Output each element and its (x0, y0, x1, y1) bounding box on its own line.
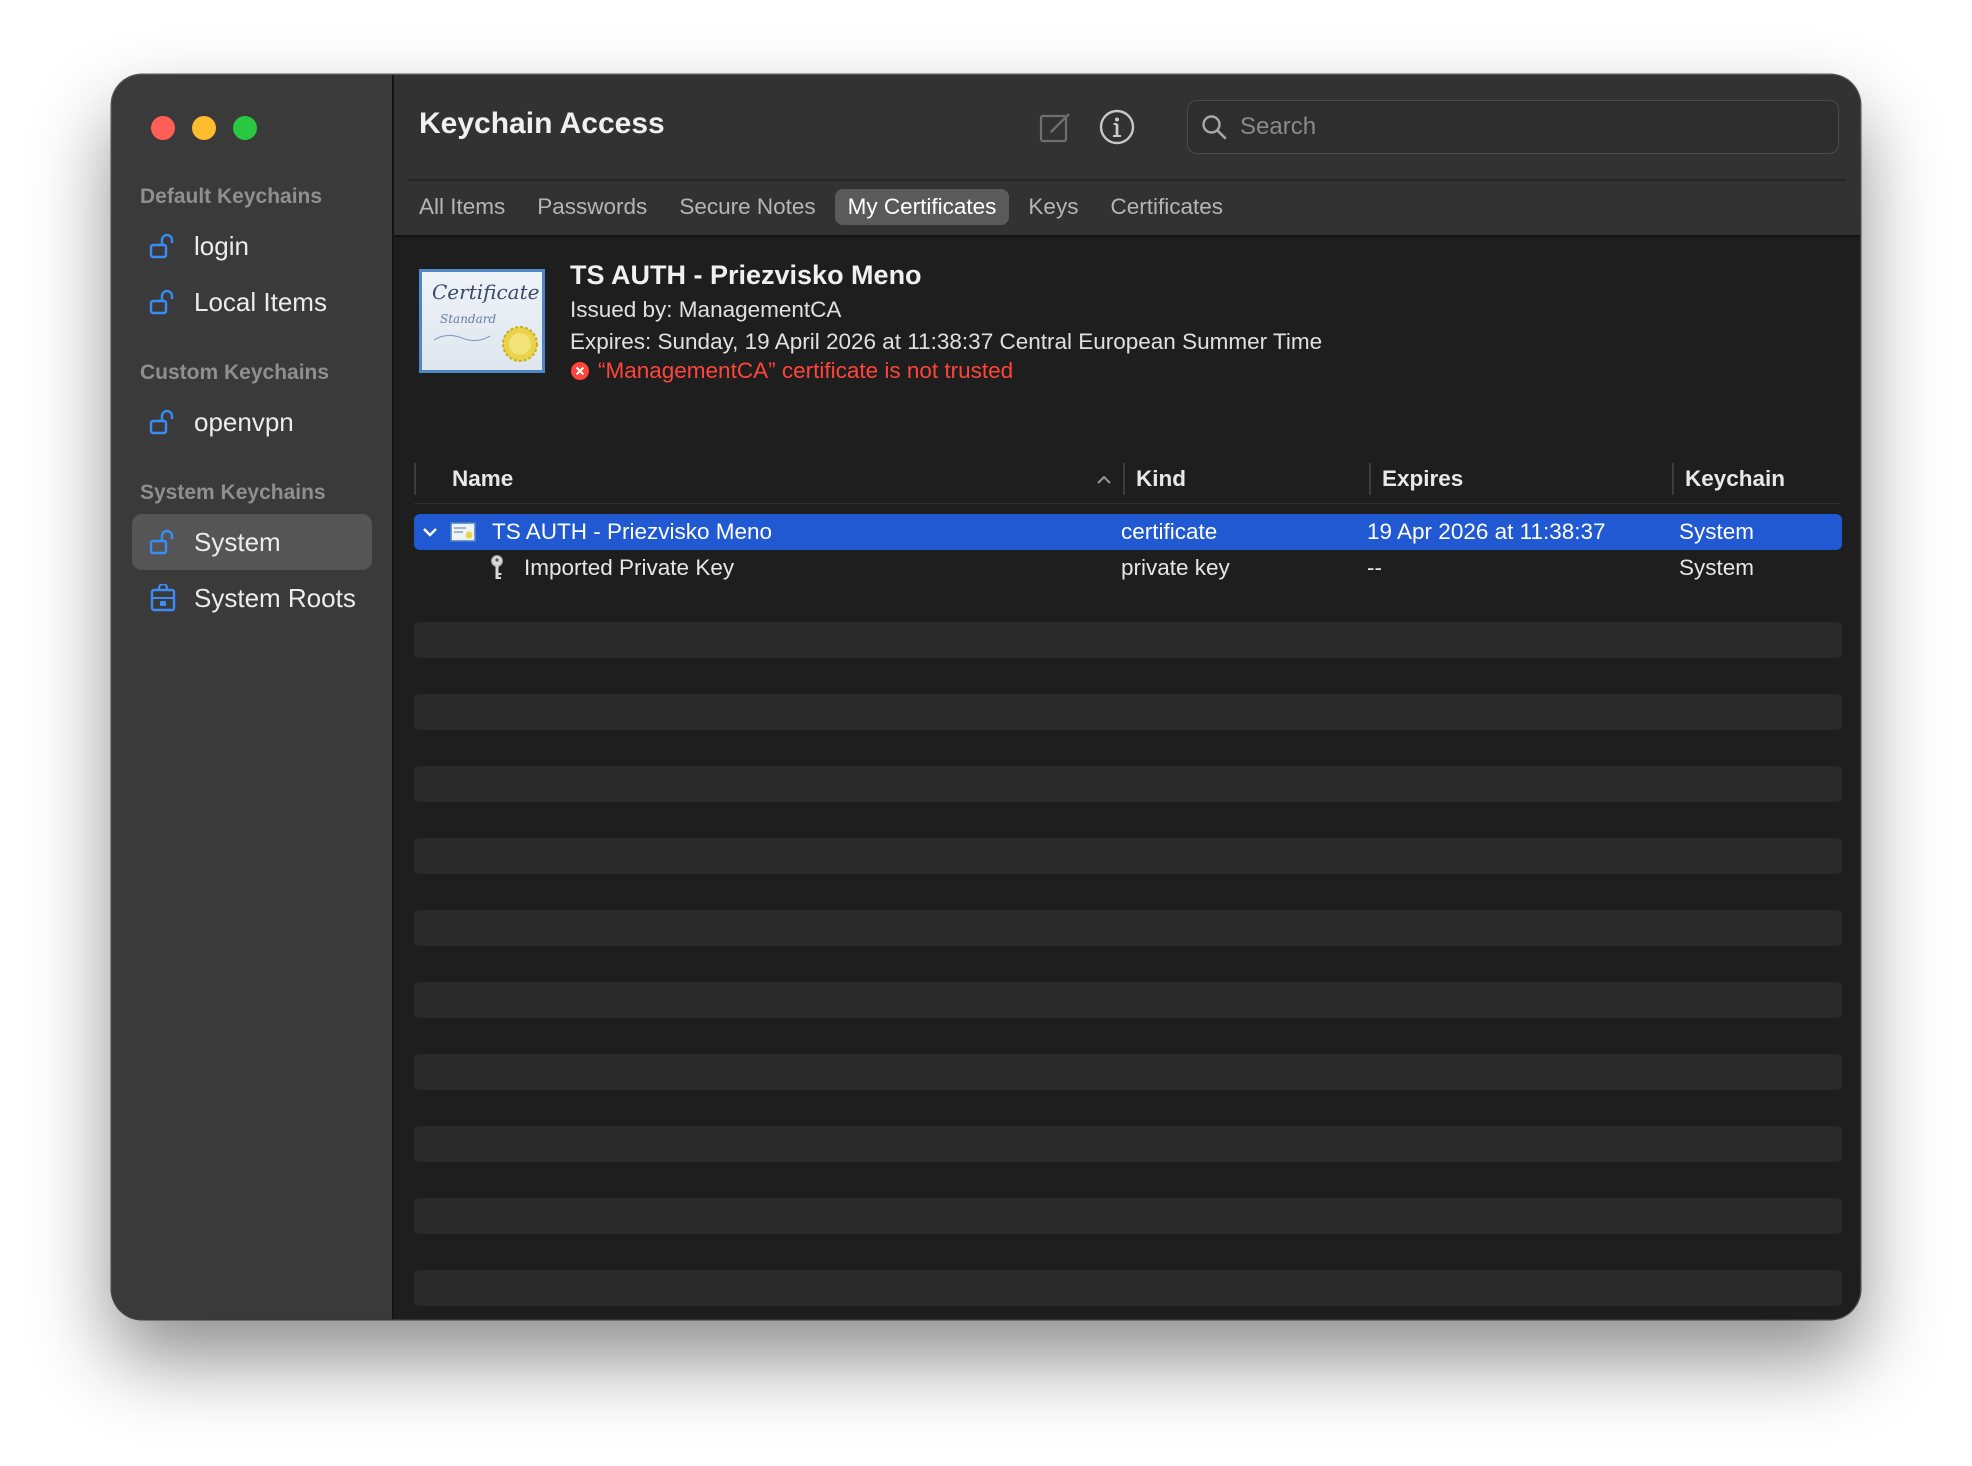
tab-secure-notes[interactable]: Secure Notes (666, 189, 828, 225)
row-kind: private key (1121, 555, 1230, 580)
table-header: Name Kind Expires Keychain (414, 457, 1860, 501)
sidebar-item-openvpn[interactable]: openvpn (132, 394, 372, 450)
row-expires: 19 Apr 2026 at 11:38:37 (1367, 519, 1606, 544)
certificate-issued-by: Issued by: ManagementCA (570, 297, 842, 322)
sidebar-item-label: System Roots (194, 582, 356, 613)
error-circle-icon (570, 361, 590, 381)
column-header-expires[interactable]: Expires (1382, 457, 1463, 501)
row-name: TS AUTH - Priezvisko Meno (492, 519, 773, 544)
tab-my-certificates[interactable]: My Certificates (834, 189, 1010, 225)
maximize-window-button[interactable] (233, 116, 257, 140)
unlocked-padlock-icon (148, 527, 178, 557)
table-row[interactable]: Imported Private Key private key -- Syst… (414, 550, 1842, 586)
sidebar-item-label: openvpn (194, 406, 294, 437)
locked-cabinet-icon (148, 583, 178, 613)
empty-table-row (414, 910, 1842, 946)
tab-certificates[interactable]: Certificates (1097, 189, 1236, 225)
tab-keys[interactable]: Keys (1015, 189, 1091, 225)
tab-all-items[interactable]: All Items (406, 189, 518, 225)
empty-table-row (414, 622, 1842, 658)
search-field[interactable] (1187, 100, 1839, 154)
empty-table-row (414, 1270, 1842, 1306)
sidebar-section-custom-keychains: Custom Keychains (140, 361, 330, 384)
row-expires: -- (1367, 555, 1382, 580)
main-pane: Keychain Access All Items Passwords Secu… (394, 75, 1860, 1319)
column-separator (1672, 463, 1674, 495)
empty-table-row (414, 1054, 1842, 1090)
certificate-preview-image: Certificate Standard (419, 269, 545, 373)
column-separator (1123, 463, 1125, 495)
column-separator (414, 463, 416, 495)
sidebar-section-system-keychains: System Keychains (140, 481, 326, 504)
sidebar-item-label: login (194, 230, 249, 261)
row-kind: certificate (1121, 519, 1218, 544)
sidebar-item-system[interactable]: System (132, 514, 372, 570)
certificate-icon (450, 514, 476, 550)
window-controls (151, 116, 257, 140)
sidebar-item-system-roots[interactable]: System Roots (132, 570, 372, 626)
column-header-keychain[interactable]: Keychain (1685, 457, 1785, 501)
tab-passwords[interactable]: Passwords (524, 189, 660, 225)
column-header-name[interactable]: Name (452, 457, 1112, 501)
table-header-divider (414, 503, 1840, 504)
certificate-title: TS AUTH - Priezvisko Meno (570, 260, 922, 290)
certificate-image-text: Certificate (432, 280, 540, 304)
sidebar-item-label: Local Items (194, 286, 327, 317)
row-name: Imported Private Key (524, 555, 735, 580)
column-header-kind[interactable]: Kind (1136, 457, 1186, 501)
sidebar-item-label: System (194, 526, 281, 557)
sidebar-item-local-items[interactable]: Local Items (132, 274, 372, 330)
sidebar: Default Keychains login Local Items Cust… (112, 75, 394, 1319)
empty-table-row (414, 694, 1842, 730)
column-header-label: Name (452, 466, 514, 491)
key-icon (488, 550, 506, 586)
empty-table-row (414, 982, 1842, 1018)
sidebar-item-login[interactable]: login (132, 218, 372, 274)
sort-ascending-icon (1096, 457, 1112, 516)
warning-text: “ManagementCA” certificate is not truste… (598, 358, 1014, 383)
app-title: Keychain Access (419, 107, 665, 140)
empty-table-row (414, 1198, 1842, 1234)
certificate-seal-icon (502, 326, 538, 362)
info-icon[interactable] (1097, 107, 1137, 147)
compose-icon[interactable] (1036, 107, 1076, 147)
empty-table-row (414, 1126, 1842, 1162)
row-keychain: System (1679, 519, 1755, 544)
empty-table-row (414, 766, 1842, 802)
row-keychain: System (1679, 555, 1755, 580)
toolbar: Keychain Access All Items Passwords Secu… (394, 75, 1860, 237)
unlocked-padlock-icon (148, 407, 178, 437)
empty-table-row (414, 838, 1842, 874)
certificate-expires: Expires: Sunday, 19 April 2026 at 11:38:… (570, 329, 1323, 354)
certificate-scribble (433, 334, 491, 342)
close-window-button[interactable] (151, 116, 175, 140)
toolbar-divider (408, 179, 1846, 181)
unlocked-padlock-icon (148, 287, 178, 317)
category-tabs: All Items Passwords Secure Notes My Cert… (406, 189, 1242, 225)
disclosure-chevron-down-icon[interactable] (420, 514, 440, 550)
minimize-window-button[interactable] (192, 116, 216, 140)
sidebar-section-default-keychains: Default Keychains (140, 185, 323, 208)
column-separator (1369, 463, 1371, 495)
table-row[interactable]: TS AUTH - Priezvisko Meno certificate 19… (414, 514, 1842, 550)
unlocked-padlock-icon (148, 231, 178, 261)
search-icon (1200, 113, 1228, 141)
search-input[interactable] (1238, 112, 1802, 142)
certificate-image-subtext: Standard (440, 312, 497, 326)
certificate-trust-warning: “ManagementCA” certificate is not truste… (570, 358, 1013, 384)
keychain-access-window: Default Keychains login Local Items Cust… (112, 75, 1860, 1319)
